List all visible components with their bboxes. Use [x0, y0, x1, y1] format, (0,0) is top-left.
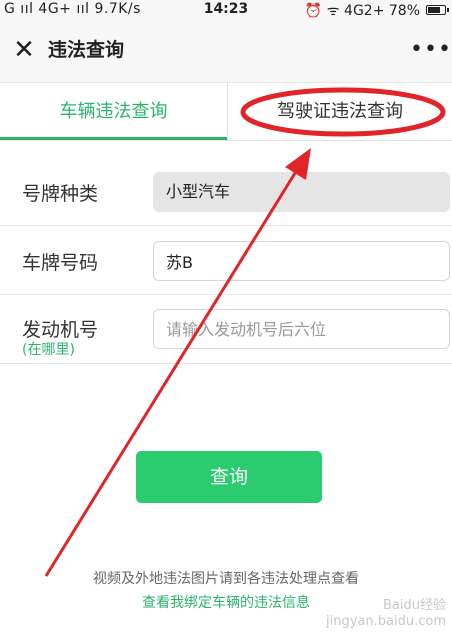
- page-title: 违法查询: [48, 39, 125, 61]
- watermark-text: Baidu经验 jingyan.baidu.com: [326, 598, 446, 629]
- tab-label: 驾驶证违法查询: [277, 101, 403, 122]
- plate-type-select[interactable]: 小型汽车: [153, 172, 450, 212]
- engine-number-label: 发动机号: [22, 319, 99, 341]
- more-icon[interactable]: •••: [410, 32, 451, 68]
- tab-bar: 车辆违法查询 驾驶证违法查询: [0, 83, 452, 141]
- status-bar: G ııl 4G+ ııl 9.7K/s 14:23 ⏰ ᯤ 4G2+ 78%: [0, 0, 452, 22]
- engine-number-row: 发动机号 (在哪里): [0, 295, 452, 364]
- query-button[interactable]: 查询: [136, 451, 322, 503]
- tab-label: 车辆违法查询: [59, 101, 168, 122]
- system-icons: ⏰ ᯤ 4G2+ 78%: [304, 3, 420, 19]
- plate-type-label: 号牌种类: [22, 183, 99, 205]
- plate-number-input[interactable]: [153, 241, 450, 281]
- plate-type-row: 号牌种类 小型汽车: [0, 157, 452, 226]
- plate-number-row: 车牌号码: [0, 226, 452, 295]
- battery-icon: [426, 5, 449, 15]
- title-bar: ✕ 违法查询 •••: [0, 22, 452, 83]
- close-icon[interactable]: ✕: [10, 32, 38, 68]
- footer-note: 视频及外地违法图片请到各违法处理点查看: [93, 571, 359, 587]
- watermark: Baidu经验 jingyan.baidu.com: [326, 598, 446, 630]
- tab-vehicle-violation[interactable]: 车辆违法查询: [0, 83, 227, 140]
- plate-number-label: 车牌号码: [22, 252, 99, 274]
- where-is-it-link[interactable]: (在哪里): [22, 339, 75, 359]
- tab-license-violation[interactable]: 驾驶证违法查询: [227, 83, 452, 140]
- engine-number-input[interactable]: [153, 309, 450, 349]
